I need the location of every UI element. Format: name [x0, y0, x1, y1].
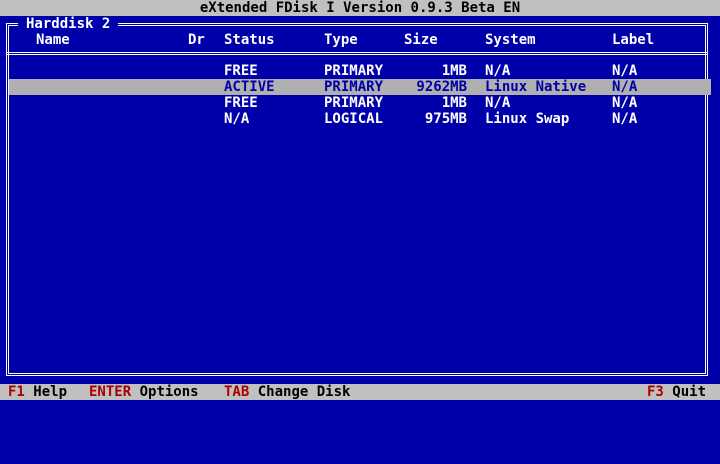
change-disk-shortcut[interactable]: TAB Change Disk	[224, 384, 350, 400]
key-help-bar: F1 Help ENTER Options TAB Change Disk F3…	[0, 384, 720, 400]
partition-status: N/A	[224, 111, 250, 127]
options-key: ENTER	[89, 384, 132, 400]
partition-row-selected[interactable]: ACTIVE PRIMARY 9262MB Linux Native N/A	[9, 79, 711, 95]
help-shortcut[interactable]: F1 Help	[8, 384, 67, 400]
header-divider	[6, 52, 708, 56]
quit-key: F3	[647, 384, 664, 400]
help-key: F1	[8, 384, 25, 400]
partition-system: N/A	[485, 95, 511, 111]
column-header-name: Name	[36, 32, 70, 48]
partition-type: PRIMARY	[324, 79, 384, 95]
partition-panel: Harddisk 2 Name Dr Status Type Size Syst…	[0, 16, 720, 384]
column-header-system: System	[485, 32, 536, 48]
app-title: eXtended FDisk I Version 0.9.3 Beta EN	[199, 0, 521, 16]
partition-size: 975MB	[424, 111, 467, 127]
partition-system: N/A	[485, 63, 511, 79]
partition-row[interactable]: N/A LOGICAL 975MB Linux Swap N/A	[9, 111, 711, 127]
partition-system: Linux Swap	[485, 111, 570, 127]
partition-type: PRIMARY	[324, 63, 384, 79]
change-disk-key: TAB	[224, 384, 250, 400]
partition-status: FREE	[224, 95, 258, 111]
partition-label: N/A	[612, 79, 638, 95]
partition-row[interactable]: FREE PRIMARY 1MB N/A N/A	[9, 63, 711, 79]
partition-type: PRIMARY	[324, 95, 384, 111]
partition-system: Linux Native	[485, 79, 587, 95]
change-disk-label: Change Disk	[257, 384, 351, 400]
quit-label: Quit	[672, 384, 707, 400]
app-title-bar: eXtended FDisk I Version 0.9.3 Beta EN	[0, 0, 720, 16]
column-header-type: Type	[324, 32, 358, 48]
column-header-status: Status	[224, 32, 275, 48]
partition-label: N/A	[612, 111, 638, 127]
panel-title: Harddisk 2	[18, 16, 119, 32]
column-header-label: Label	[612, 32, 655, 48]
options-shortcut[interactable]: ENTER Options	[89, 384, 199, 400]
partition-size: 1MB	[441, 95, 467, 111]
partition-size: 1MB	[441, 63, 467, 79]
partition-row[interactable]: FREE PRIMARY 1MB N/A N/A	[9, 95, 711, 111]
column-header-size: Size	[404, 32, 438, 48]
partition-size: 9262MB	[416, 79, 467, 95]
partition-type: LOGICAL	[324, 111, 384, 127]
help-label: Help	[33, 384, 68, 400]
partition-status: ACTIVE	[224, 79, 275, 95]
partition-label: N/A	[612, 95, 638, 111]
partition-status: FREE	[224, 63, 258, 79]
column-header-drive: Dr	[188, 32, 205, 48]
quit-shortcut[interactable]: F3 Quit	[647, 384, 706, 400]
partition-label: N/A	[612, 63, 638, 79]
options-label: Options	[139, 384, 199, 400]
